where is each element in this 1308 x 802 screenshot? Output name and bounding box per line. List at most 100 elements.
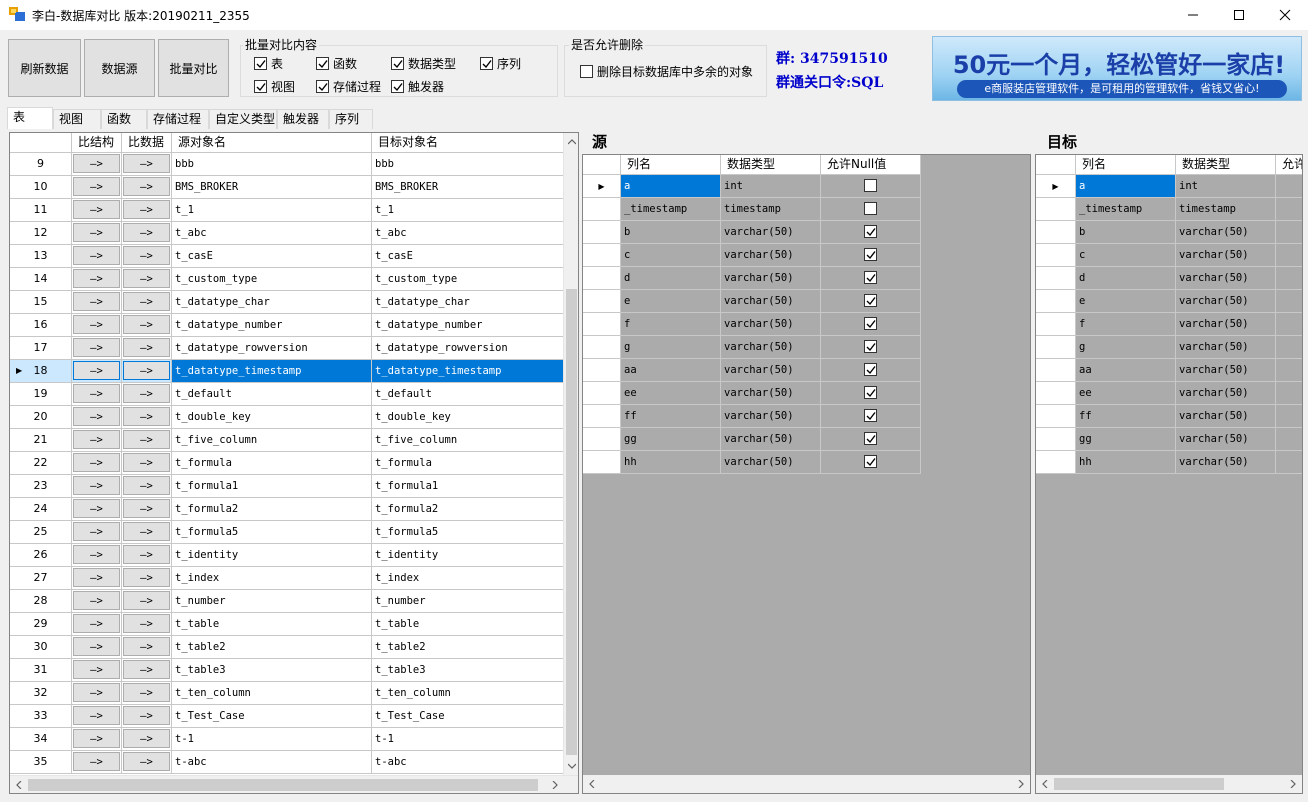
target-object-name[interactable]: t_datatype_char bbox=[372, 291, 564, 314]
source-object-name[interactable]: t_formula1 bbox=[172, 475, 372, 498]
data-type-cell[interactable]: varchar(50) bbox=[1176, 382, 1276, 405]
compare-structure-button[interactable]: —> bbox=[73, 154, 120, 173]
compare-data-button[interactable]: —> bbox=[123, 361, 170, 380]
allow-null-cell[interactable] bbox=[821, 336, 921, 359]
row-header[interactable] bbox=[1036, 221, 1076, 244]
data-type-cell[interactable]: varchar(50) bbox=[1176, 405, 1276, 428]
vertical-scroll-thumb[interactable] bbox=[566, 289, 577, 755]
compare-structure-button[interactable]: —> bbox=[73, 614, 120, 633]
target-object-name[interactable]: t_index bbox=[372, 567, 564, 590]
column-name-cell[interactable]: _timestamp bbox=[1076, 198, 1176, 221]
target-object-name[interactable]: t_custom_type bbox=[372, 268, 564, 291]
compare-structure-button[interactable]: —> bbox=[73, 269, 120, 288]
row-header[interactable]: 21 bbox=[10, 429, 72, 452]
compare-data-button[interactable]: —> bbox=[123, 246, 170, 265]
row-header[interactable] bbox=[1036, 244, 1076, 267]
source-object-name[interactable]: t_formula bbox=[172, 452, 372, 475]
target-object-name[interactable]: t_formula5 bbox=[372, 521, 564, 544]
data-type-cell[interactable]: varchar(50) bbox=[721, 428, 821, 451]
allow-null-cell[interactable] bbox=[1276, 428, 1302, 451]
allow-null-cell[interactable] bbox=[821, 290, 921, 313]
data-type-cell[interactable]: int bbox=[1176, 175, 1276, 198]
compare-structure-button[interactable]: —> bbox=[73, 315, 120, 334]
row-header[interactable] bbox=[1036, 359, 1076, 382]
column-name-cell[interactable]: a bbox=[621, 175, 721, 198]
column-name-cell[interactable]: c bbox=[1076, 244, 1176, 267]
advertisement-banner[interactable]: 50元一个月，轻松管好一家店! e商服装店管理软件，是可租用的管理软件，省钱又省… bbox=[932, 36, 1302, 101]
column-name-cell[interactable]: f bbox=[1076, 313, 1176, 336]
allow-null-cell[interactable] bbox=[1276, 221, 1302, 244]
row-header[interactable] bbox=[583, 451, 621, 474]
batch-compare-button[interactable]: 批量对比 bbox=[158, 39, 229, 97]
row-header[interactable] bbox=[583, 428, 621, 451]
row-header[interactable] bbox=[583, 313, 621, 336]
horizontal-scrollbar[interactable] bbox=[583, 775, 1030, 793]
allow-null-cell[interactable] bbox=[821, 405, 921, 428]
row-header[interactable]: 24 bbox=[10, 498, 72, 521]
row-header[interactable]: 28 bbox=[10, 590, 72, 613]
minimize-button[interactable] bbox=[1170, 0, 1216, 30]
row-header[interactable] bbox=[583, 359, 621, 382]
target-object-name[interactable]: t_abc bbox=[372, 222, 564, 245]
target-columns-grid[interactable]: 列名数据类型允许▶aint_timestamptimestampbvarchar… bbox=[1035, 154, 1303, 794]
row-header[interactable]: 35 bbox=[10, 751, 72, 774]
data-type-cell[interactable]: varchar(50) bbox=[1176, 428, 1276, 451]
row-header[interactable]: 13 bbox=[10, 245, 72, 268]
column-header[interactable]: 列名 bbox=[621, 155, 721, 175]
allow-null-checkbox[interactable] bbox=[864, 248, 877, 261]
column-header[interactable]: 比结构 bbox=[72, 133, 122, 153]
compare-data-button[interactable]: —> bbox=[123, 729, 170, 748]
compare-structure-button[interactable]: —> bbox=[73, 177, 120, 196]
data-type-cell[interactable]: varchar(50) bbox=[721, 382, 821, 405]
column-name-cell[interactable]: g bbox=[1076, 336, 1176, 359]
column-name-cell[interactable]: _timestamp bbox=[621, 198, 721, 221]
column-name-cell[interactable]: ee bbox=[621, 382, 721, 405]
row-header[interactable]: 25 bbox=[10, 521, 72, 544]
target-object-name[interactable]: t-1 bbox=[372, 728, 564, 751]
scroll-left-arrow-icon[interactable] bbox=[583, 775, 600, 792]
source-object-name[interactable]: t_table2 bbox=[172, 636, 372, 659]
compare-structure-button[interactable]: —> bbox=[73, 568, 120, 587]
target-object-name[interactable]: t_identity bbox=[372, 544, 564, 567]
row-header[interactable] bbox=[1036, 405, 1076, 428]
batch-option-checkbox[interactable]: 序列 bbox=[480, 55, 521, 72]
data-type-cell[interactable]: timestamp bbox=[721, 198, 821, 221]
source-object-name[interactable]: t_five_column bbox=[172, 429, 372, 452]
compare-structure-button[interactable]: —> bbox=[73, 246, 120, 265]
column-name-cell[interactable]: ff bbox=[1076, 405, 1176, 428]
compare-structure-button[interactable]: —> bbox=[73, 752, 120, 771]
target-object-name[interactable]: t_default bbox=[372, 383, 564, 406]
scroll-up-arrow-icon[interactable] bbox=[563, 133, 578, 150]
allow-null-cell[interactable] bbox=[1276, 290, 1302, 313]
source-object-name[interactable]: t_number bbox=[172, 590, 372, 613]
data-type-cell[interactable]: varchar(50) bbox=[721, 313, 821, 336]
allow-null-cell[interactable] bbox=[1276, 359, 1302, 382]
source-object-name[interactable]: t_casE bbox=[172, 245, 372, 268]
tab-item[interactable]: 视图 bbox=[53, 109, 101, 129]
allow-null-cell[interactable] bbox=[1276, 382, 1302, 405]
horizontal-scroll-thumb[interactable] bbox=[1054, 778, 1224, 790]
column-header[interactable]: 允许 bbox=[1276, 155, 1302, 175]
source-object-name[interactable]: t_abc bbox=[172, 222, 372, 245]
allow-null-checkbox[interactable] bbox=[864, 363, 877, 376]
compare-data-button[interactable]: —> bbox=[123, 407, 170, 426]
compare-structure-button[interactable]: —> bbox=[73, 706, 120, 725]
allow-null-checkbox[interactable] bbox=[864, 432, 877, 445]
compare-data-button[interactable]: —> bbox=[123, 430, 170, 449]
target-object-name[interactable]: t_table bbox=[372, 613, 564, 636]
tab-item[interactable]: 存储过程 bbox=[147, 109, 209, 129]
column-name-cell[interactable]: gg bbox=[1076, 428, 1176, 451]
row-header[interactable]: 33 bbox=[10, 705, 72, 728]
compare-structure-button[interactable]: —> bbox=[73, 407, 120, 426]
target-object-name[interactable]: t_formula bbox=[372, 452, 564, 475]
object-grid[interactable]: 比结构 比数据 源对象名 目标对象名 9 —> —> bbb bbb 10 —> —> BMS_BROK… bbox=[9, 132, 579, 794]
allow-null-cell[interactable] bbox=[821, 451, 921, 474]
source-object-name[interactable]: t_ten_column bbox=[172, 682, 372, 705]
refresh-data-button[interactable]: 刷新数据 bbox=[8, 39, 81, 97]
compare-data-button[interactable]: —> bbox=[123, 453, 170, 472]
row-header[interactable] bbox=[1036, 198, 1076, 221]
tab-item[interactable]: 序列 bbox=[329, 109, 373, 129]
target-object-name[interactable]: bbb bbox=[372, 153, 564, 176]
source-object-name[interactable]: t_1 bbox=[172, 199, 372, 222]
allow-null-cell[interactable] bbox=[821, 198, 921, 221]
